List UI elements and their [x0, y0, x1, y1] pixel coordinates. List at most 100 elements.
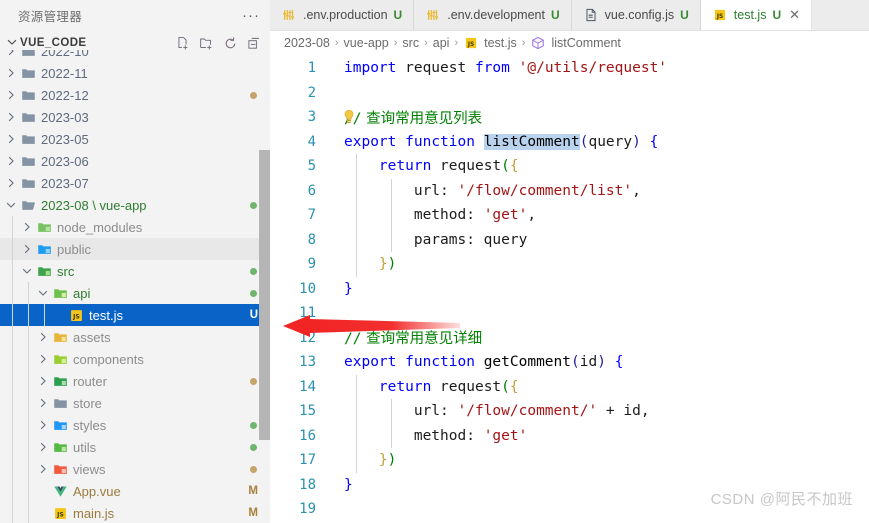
status-dot [250, 201, 257, 209]
code-line[interactable]: 13 export function getComment(id) { [270, 350, 869, 375]
editor-tab[interactable]: .env.development U [414, 0, 572, 30]
chevron-right-icon[interactable] [36, 354, 50, 364]
chevron-right-icon[interactable] [20, 222, 34, 232]
chevron-right-icon[interactable] [36, 398, 50, 408]
breadcrumb-item[interactable]: src [402, 36, 419, 50]
tree-file-item[interactable]: App.vue M [0, 480, 270, 502]
code-line[interactable]: 8 params: query [270, 228, 869, 253]
code-line[interactable]: 7 method: 'get', [270, 203, 869, 228]
tree-folder-item[interactable]: 2022-10 [0, 50, 270, 62]
svg-text:JS: JS [467, 42, 474, 48]
breadcrumb[interactable]: 2023-08 › vue-app › src › api › JS test.js › listCo… [270, 31, 869, 55]
code-line[interactable]: 4 export function listComment(query) { [270, 130, 869, 155]
chevron-right-icon[interactable] [36, 332, 50, 342]
status-dot [250, 289, 257, 297]
tree-folder-item[interactable]: node_modules [0, 216, 270, 238]
editor-tabbar[interactable]: .env.production U .env.development Uvue.con… [270, 0, 869, 31]
chevron-right-icon[interactable] [36, 420, 50, 430]
chevron-down-icon[interactable] [4, 200, 18, 210]
code-line[interactable]: 6 url: '/flow/comment/list', [270, 179, 869, 204]
tree-folder-item[interactable]: utils [0, 436, 270, 458]
chevron-right-icon[interactable] [36, 376, 50, 386]
chevron-down-icon[interactable] [4, 37, 20, 50]
svg-text:JS: JS [716, 14, 723, 20]
breadcrumb-item[interactable]: listComment [530, 35, 621, 51]
chevron-down-icon[interactable] [20, 266, 34, 276]
tree-folder-item[interactable]: 2023-07 [0, 172, 270, 194]
breadcrumb-item[interactable]: api [433, 36, 450, 50]
sidebar-scrollbar-thumb[interactable] [259, 150, 270, 440]
chevron-right-icon[interactable] [20, 244, 34, 254]
line-number: 12 [299, 329, 316, 346]
tree-item-label: main.js [73, 505, 115, 521]
code-line[interactable]: 2 [270, 81, 869, 106]
breadcrumb-separator: › [521, 37, 526, 49]
status-dot [250, 465, 257, 473]
tree-folder-item[interactable]: 2022-11 [0, 62, 270, 84]
tree-folder-item[interactable]: api [0, 282, 270, 304]
code-line[interactable]: 16 method: 'get' [270, 424, 869, 449]
env-icon [425, 7, 441, 23]
vscode-window: 资源管理器 ··· VUE_CODE 2022-10 2022-11 2022-… [0, 0, 869, 523]
tree-item-label: node_modules [57, 219, 143, 235]
tree-folder-item[interactable]: public [0, 238, 270, 260]
tree-folder-item[interactable]: views [0, 458, 270, 480]
chevron-down-icon[interactable] [36, 288, 50, 298]
code-line[interactable]: 9 }) [270, 252, 869, 277]
folder-styles-icon [50, 418, 70, 433]
tree-folder-item[interactable]: 2023-08 \ vue-app [0, 194, 270, 216]
line-number: 4 [307, 133, 316, 150]
file-tree[interactable]: 2022-10 2022-11 2022-12 2023-03 2023-05 2023-… [0, 50, 270, 523]
close-icon[interactable]: ✕ [789, 7, 800, 23]
breadcrumb-label: listComment [551, 36, 621, 50]
lightbulb-quickfix-icon[interactable] [342, 109, 356, 126]
code-line[interactable]: 5 return request({ [270, 154, 869, 179]
tree-folder-item[interactable]: router [0, 370, 270, 392]
code-line[interactable]: 11 [270, 301, 869, 326]
code-line[interactable]: 15 url: '/flow/comment/' + id, [270, 399, 869, 424]
chevron-right-icon[interactable] [36, 442, 50, 452]
code-line[interactable]: 17 }) [270, 448, 869, 473]
code-editor[interactable]: 1 import request from '@/utils/request' 2 3… [270, 56, 869, 523]
chevron-right-icon[interactable] [4, 90, 18, 100]
tree-folder-item[interactable]: 2023-05 [0, 128, 270, 150]
chevron-right-icon[interactable] [4, 50, 18, 56]
tree-file-item[interactable]: JS test.js U [0, 304, 270, 326]
explorer-title: 资源管理器 [18, 10, 83, 24]
tree-folder-item[interactable]: styles [0, 414, 270, 436]
breadcrumb-label: test.js [484, 36, 517, 50]
chevron-right-icon[interactable] [4, 68, 18, 78]
tree-folder-item[interactable]: 2023-03 [0, 106, 270, 128]
tree-folder-item[interactable]: assets [0, 326, 270, 348]
breadcrumb-item[interactable]: 2023-08 [284, 36, 330, 50]
line-number: 19 [299, 501, 316, 518]
chevron-right-icon[interactable] [4, 134, 18, 144]
code-line[interactable]: 12 // 查询常用意见详细 [270, 326, 869, 351]
breadcrumb-separator: › [334, 37, 339, 49]
chevron-right-icon[interactable] [4, 178, 18, 188]
chevron-right-icon[interactable] [36, 464, 50, 474]
breadcrumb-item[interactable]: vue-app [344, 36, 389, 50]
chevron-right-icon[interactable] [4, 112, 18, 122]
tree-item-label: store [73, 395, 102, 411]
code-line-text: method: 'get', [344, 207, 537, 224]
tab-status-badge: U [393, 8, 403, 22]
tree-item-label: 2023-08 \ vue-app [41, 197, 147, 213]
workspace-name: VUE_CODE [20, 37, 87, 49]
code-line[interactable]: 1 import request from '@/utils/request' [270, 56, 869, 81]
chevron-right-icon[interactable] [4, 156, 18, 166]
code-line[interactable]: 14 return request({ [270, 375, 869, 400]
tree-folder-item[interactable]: store [0, 392, 270, 414]
editor-tab[interactable]: vue.config.js U [571, 0, 701, 30]
code-line[interactable]: 10} [270, 277, 869, 302]
folder-icon [18, 66, 38, 81]
editor-tab[interactable]: .env.production U [270, 0, 415, 30]
tree-folder-item[interactable]: 2022-12 [0, 84, 270, 106]
tree-folder-item[interactable]: 2023-06 [0, 150, 270, 172]
tree-folder-item[interactable]: components [0, 348, 270, 370]
code-line[interactable]: 3 // 查询常用意见列表 [270, 105, 869, 130]
breadcrumb-item[interactable]: JS test.js [463, 35, 517, 51]
tree-folder-item[interactable]: src [0, 260, 270, 282]
editor-tab[interactable]: JS test.js U ✕ [700, 0, 813, 30]
tree-file-item[interactable]: JS main.js M [0, 502, 270, 523]
